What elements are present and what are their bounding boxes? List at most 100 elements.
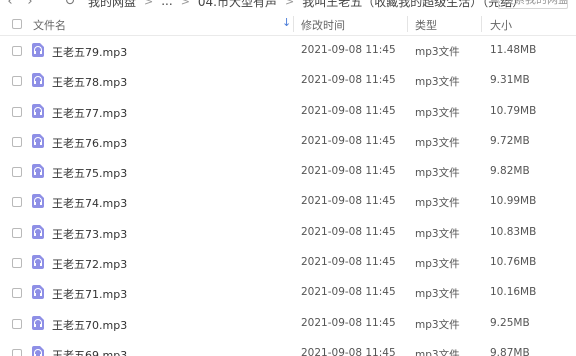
- file-type: mp3文件: [415, 167, 460, 180]
- back-icon[interactable]: ‹: [0, 0, 20, 9]
- row-checkbox[interactable]: [12, 348, 22, 356]
- search-input[interactable]: 搜索我的网盘文件: [498, 0, 568, 9]
- file-size: 11.48MB: [490, 44, 537, 56]
- breadcrumb-separator: >: [144, 0, 154, 8]
- audio-file-icon: [32, 285, 44, 300]
- file-type: mp3文件: [415, 106, 460, 119]
- audio-file-icon: [32, 164, 44, 179]
- column-divider[interactable]: [407, 16, 408, 32]
- file-row[interactable]: 王老五77.mp3 2021-09-08 11:45 mp3文件 10.79MB: [0, 97, 576, 127]
- file-modified-time: 2021-09-08 11:45: [301, 225, 396, 238]
- audio-file-icon: [32, 73, 44, 88]
- file-name[interactable]: 王老五76.mp3: [52, 135, 127, 151]
- audio-file-icon: [32, 103, 44, 118]
- file-browser-window: ‹ › ⌃ ↻ 我的网盘 > ... > 04.市大型有声 > 我叫王老五（收藏…: [0, 0, 576, 356]
- file-row[interactable]: 王老五71.mp3 2021-09-08 11:45 mp3文件 10.16MB: [0, 278, 576, 308]
- file-modified-time: 2021-09-08 11:45: [301, 316, 396, 329]
- file-row[interactable]: 王老五74.mp3 2021-09-08 11:45 mp3文件 10.99MB: [0, 187, 576, 217]
- file-modified-time: 2021-09-08 11:45: [301, 195, 396, 208]
- file-modified-time: 2021-09-08 11:45: [301, 256, 396, 269]
- breadcrumb-folder[interactable]: 04.市大型有声: [198, 0, 277, 10]
- file-size: 10.16MB: [490, 286, 537, 299]
- file-size: 10.99MB: [490, 195, 537, 208]
- row-checkbox[interactable]: [12, 106, 22, 117]
- column-divider[interactable]: [481, 16, 482, 32]
- file-type: mp3文件: [415, 348, 460, 356]
- file-type: mp3文件: [415, 318, 460, 331]
- file-type: mp3文件: [415, 136, 460, 149]
- file-row[interactable]: 王老五76.mp3 2021-09-08 11:45 mp3文件 9.72MB: [0, 127, 576, 157]
- refresh-icon[interactable]: ↻: [60, 0, 80, 9]
- file-name[interactable]: 王老五73.mp3: [52, 226, 127, 242]
- up-icon[interactable]: ⌃: [40, 0, 60, 9]
- row-checkbox[interactable]: [12, 136, 22, 147]
- navigation-bar: ‹ › ⌃ ↻ 我的网盘 > ... > 04.市大型有声 > 我叫王老五（收藏…: [0, 0, 576, 11]
- breadcrumb-separator: >: [285, 0, 295, 8]
- column-modified-header[interactable]: 修改时间: [301, 17, 345, 33]
- audio-file-icon: [32, 255, 44, 270]
- file-modified-time: 2021-09-08 11:45: [301, 134, 396, 147]
- file-name[interactable]: 王老五74.mp3: [52, 195, 127, 211]
- breadcrumb-separator: >: [180, 0, 190, 8]
- row-checkbox[interactable]: [12, 258, 22, 269]
- file-row[interactable]: 王老五70.mp3 2021-09-08 11:45 mp3文件 9.25MB: [0, 309, 576, 339]
- file-row[interactable]: 王老五78.mp3 2021-09-08 11:45 mp3文件 9.31MB: [0, 66, 576, 96]
- breadcrumb-root[interactable]: 我的网盘: [88, 0, 136, 10]
- file-size: 9.82MB: [490, 165, 530, 178]
- file-type: mp3文件: [415, 227, 460, 240]
- audio-file-icon: [32, 43, 44, 57]
- file-size: 10.83MB: [490, 225, 537, 238]
- audio-file-icon: [32, 224, 44, 239]
- column-size-header[interactable]: 大小: [490, 17, 512, 33]
- file-name[interactable]: 王老五75.mp3: [52, 165, 127, 181]
- sort-down-icon[interactable]: ↓: [282, 16, 291, 29]
- file-type: mp3文件: [415, 197, 460, 210]
- file-name[interactable]: 王老五79.mp3: [52, 44, 127, 60]
- file-name[interactable]: 王老五77.mp3: [52, 105, 127, 121]
- column-header: 文件名 ↓ 修改时间 类型 大小: [0, 13, 576, 36]
- file-name[interactable]: 王老五71.mp3: [52, 286, 127, 302]
- file-type: mp3文件: [415, 258, 460, 271]
- file-type: mp3文件: [415, 46, 460, 58]
- row-checkbox[interactable]: [12, 197, 22, 208]
- breadcrumb-ellipsis[interactable]: ...: [161, 0, 172, 8]
- audio-file-icon: [32, 133, 44, 148]
- file-list: 王老五79.mp3 2021-09-08 11:45 mp3文件 11.48MB 王老五…: [0, 36, 576, 356]
- file-size: 9.25MB: [490, 316, 530, 329]
- row-checkbox[interactable]: [12, 167, 22, 178]
- file-modified-time: 2021-09-08 11:45: [301, 346, 396, 356]
- column-type-header[interactable]: 类型: [415, 17, 437, 33]
- file-row[interactable]: 王老五79.mp3 2021-09-08 11:45 mp3文件 11.48MB: [0, 36, 576, 66]
- file-row[interactable]: 王老五72.mp3 2021-09-08 11:45 mp3文件 10.76MB: [0, 248, 576, 278]
- audio-file-icon: [32, 194, 44, 209]
- file-name[interactable]: 王老五72.mp3: [52, 256, 127, 272]
- file-modified-time: 2021-09-08 11:45: [301, 286, 396, 299]
- file-size: 9.31MB: [490, 74, 530, 87]
- select-all-checkbox[interactable]: [12, 19, 22, 29]
- file-modified-time: 2021-09-08 11:45: [301, 104, 396, 117]
- file-size: 9.87MB: [490, 346, 530, 356]
- row-checkbox[interactable]: [12, 76, 22, 87]
- file-row[interactable]: 王老五69.mp3 2021-09-08 11:45 mp3文件 9.87MB: [0, 339, 576, 356]
- audio-file-icon: [32, 345, 44, 356]
- file-modified-time: 2021-09-08 11:45: [301, 44, 396, 56]
- audio-file-icon: [32, 315, 44, 330]
- row-checkbox[interactable]: [12, 318, 22, 329]
- file-row[interactable]: 王老五73.mp3 2021-09-08 11:45 mp3文件 10.83MB: [0, 218, 576, 248]
- file-row[interactable]: 王老五75.mp3 2021-09-08 11:45 mp3文件 9.82MB: [0, 157, 576, 187]
- file-size: 10.79MB: [490, 104, 537, 117]
- file-modified-time: 2021-09-08 11:45: [301, 165, 396, 178]
- file-name[interactable]: 王老五78.mp3: [52, 74, 127, 90]
- row-checkbox[interactable]: [12, 46, 22, 56]
- breadcrumb-current: 我叫王老五（收藏我的超级生活）（完结）: [302, 0, 525, 9]
- file-modified-time: 2021-09-08 11:45: [301, 74, 396, 87]
- file-size: 10.76MB: [490, 256, 537, 269]
- file-name[interactable]: 王老五69.mp3: [52, 347, 127, 356]
- row-checkbox[interactable]: [12, 288, 22, 299]
- row-checkbox[interactable]: [12, 227, 22, 238]
- file-name[interactable]: 王老五70.mp3: [52, 317, 127, 333]
- file-type: mp3文件: [415, 288, 460, 301]
- column-divider[interactable]: [293, 16, 294, 32]
- column-name-header[interactable]: 文件名: [33, 17, 66, 33]
- forward-icon[interactable]: ›: [20, 0, 40, 9]
